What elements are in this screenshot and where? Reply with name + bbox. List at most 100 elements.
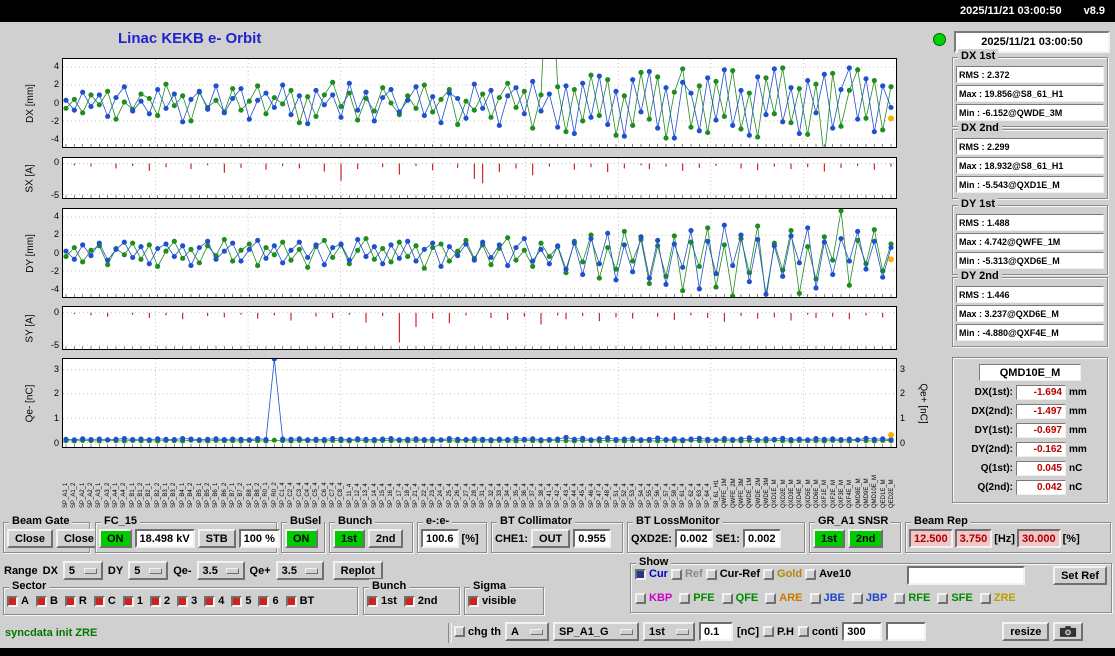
threshold-unit: [nC] <box>737 625 759 638</box>
monitor-row: DY(1st): -0.697 mm <box>957 422 1103 438</box>
sector-checkbox-r[interactable]: R <box>64 595 87 607</box>
show-option-cur[interactable]: Cur <box>635 568 668 580</box>
group-label: BuSel <box>287 514 325 528</box>
fc15-percent-field: 100 % <box>238 529 280 548</box>
show-option-kbp[interactable]: KBP <box>635 592 672 604</box>
range-qep-select[interactable]: 3.5 <box>275 561 324 580</box>
show-option-zre[interactable]: ZRE <box>979 592 1016 604</box>
monitor-row: DY(2nd): -0.162 mm <box>957 441 1103 457</box>
ref-name-input[interactable] <box>907 566 1025 585</box>
y-tick-label: 0 <box>53 97 59 108</box>
checkbox-indicator <box>122 595 134 607</box>
checkbox-indicator <box>149 595 161 607</box>
y-axis-label: DX [mm] <box>24 83 36 123</box>
extra-field[interactable] <box>886 622 927 641</box>
bpm-label: SP_24_4 <box>438 483 445 508</box>
bunch-select-menu[interactable]: 1st <box>643 622 695 641</box>
show-option-rfe[interactable]: RFE <box>894 592 930 604</box>
range-dy-select[interactable]: 5 <box>128 561 169 580</box>
busel-on-button[interactable]: ON <box>285 529 318 548</box>
checkbox-indicator <box>285 595 297 607</box>
group-label: Bunch <box>369 579 410 593</box>
bpm-label: SP_61_4 <box>680 483 687 508</box>
monitor-unit: nC <box>1069 481 1083 493</box>
show-option-cur-ref[interactable]: Cur-Ref <box>705 568 760 580</box>
fc15-on-button[interactable]: ON <box>99 529 132 548</box>
stats-max: Max : 4.742@QWFE_1M <box>956 233 1104 250</box>
replot-button[interactable]: Replot <box>332 561 383 580</box>
bpm-label: SP_B6_2 <box>221 482 228 508</box>
chg-th-checkbox[interactable]: chg th <box>454 626 501 638</box>
sector-checkbox-3[interactable]: 3 <box>177 595 197 607</box>
sigma-checkbox-visible[interactable]: visible <box>468 595 516 607</box>
snsr-2nd-button[interactable]: 2nd <box>847 529 884 548</box>
ph-checkbox[interactable]: P.H <box>763 626 794 638</box>
bottom-black-bar <box>0 648 1115 656</box>
che1-state-button[interactable]: OUT <box>531 529 571 548</box>
sector-checkbox-a[interactable]: A <box>7 595 29 607</box>
show-option-sfe[interactable]: SFE <box>937 592 973 604</box>
y-tick-label: 4 <box>53 210 59 221</box>
bunch-checkbox-2nd[interactable]: 2nd <box>403 595 437 607</box>
show-group: Show Cur Ref Cur-Ref Gold Ave10 Set Ref KBP P… <box>630 555 1112 613</box>
resize-button[interactable]: resize <box>1002 622 1050 641</box>
conti-checkbox[interactable]: conti <box>797 626 838 638</box>
fc15-group: FC_15 ON 18.498 kV STB 100 % <box>95 514 280 553</box>
bpm-label: QED2E_M <box>889 479 896 508</box>
sector-checkbox-6[interactable]: 6 <box>258 595 279 607</box>
sector-checkbox-b[interactable]: B <box>35 595 58 607</box>
busel-group: BuSel ON <box>281 514 325 553</box>
chart-sx <box>62 157 897 199</box>
bunch-2nd-button[interactable]: 2nd <box>367 529 404 548</box>
range-qem-select[interactable]: 3.5 <box>196 561 245 580</box>
beam-rep-percent-unit: [%] <box>1062 532 1080 545</box>
threshold-field[interactable]: 0.1 <box>699 622 733 641</box>
monitor-name: QMD10E_M <box>979 364 1081 381</box>
sector-checkbox-c[interactable]: C <box>93 595 116 607</box>
sector-checkbox-5[interactable]: 5 <box>231 595 251 607</box>
count-field[interactable]: 300 <box>842 622 883 641</box>
y-tick-label: -2 <box>50 265 59 276</box>
bpm-label: SP_27_4 <box>463 483 470 508</box>
show-option-gold[interactable]: Gold <box>763 568 802 580</box>
bpm-label: SP_R0_1 <box>263 482 270 508</box>
option-menu-indicator <box>149 567 163 574</box>
show-option-jbe[interactable]: JBE <box>809 592 845 604</box>
sector-checkbox-4[interactable]: 4 <box>204 595 224 607</box>
stats-dx-2nd-panel: DX 2nd RMS : 2.299 Max : 18.932@S8_61_H1… <box>952 121 1108 199</box>
bunch-1st-button[interactable]: 1st <box>333 529 365 548</box>
sigma-group: Sigma visible <box>464 579 544 615</box>
checkbox-indicator <box>937 592 949 604</box>
bpm-label: SP_C6_4 <box>321 482 328 508</box>
bpm-label: QXD4E_M <box>797 479 804 508</box>
checkbox-label: 1 <box>136 595 143 607</box>
stats-min: Min : -4.880@QXF4E_M <box>956 324 1104 341</box>
set-ref-button[interactable]: Set Ref <box>1053 566 1107 585</box>
show-option-are[interactable]: ARE <box>765 592 803 604</box>
monitor-unit: mm <box>1069 386 1087 398</box>
checkbox-indicator <box>231 595 243 607</box>
checkbox-indicator <box>177 595 189 607</box>
checkbox-indicator <box>894 592 906 604</box>
show-option-qfe[interactable]: QFE <box>721 592 758 604</box>
beam-gate-close-button-1[interactable]: Close <box>7 529 53 548</box>
fc15-stb-button[interactable]: STB <box>197 529 236 548</box>
monitor-value: -0.162 <box>1016 441 1066 457</box>
show-option-ave10[interactable]: Ave10 <box>805 568 851 580</box>
sector-checkbox-bt[interactable]: BT <box>285 595 314 607</box>
snapshot-button[interactable] <box>1053 622 1084 641</box>
sector-checkbox-2[interactable]: 2 <box>149 595 170 607</box>
monitor-select-menu[interactable]: SP_A1_G <box>553 622 639 641</box>
range-dx-select[interactable]: 5 <box>62 561 103 580</box>
snsr-1st-button[interactable]: 1st <box>813 529 845 548</box>
show-option-pfe[interactable]: PFE <box>679 592 715 604</box>
checkbox-label: 4 <box>218 595 225 607</box>
monitor-value: -1.497 <box>1016 403 1066 419</box>
sector-select-menu[interactable]: A <box>505 622 549 641</box>
sector-checkbox-1[interactable]: 1 <box>122 595 143 607</box>
show-option-ref[interactable]: Ref <box>670 568 703 580</box>
y-axis-label: SX [A] <box>24 163 36 193</box>
bunch-checkbox-1st[interactable]: 1st <box>367 595 397 607</box>
monitor-row: DX(2nd): -1.497 mm <box>957 403 1103 419</box>
show-option-jbp[interactable]: JBP <box>851 592 887 604</box>
